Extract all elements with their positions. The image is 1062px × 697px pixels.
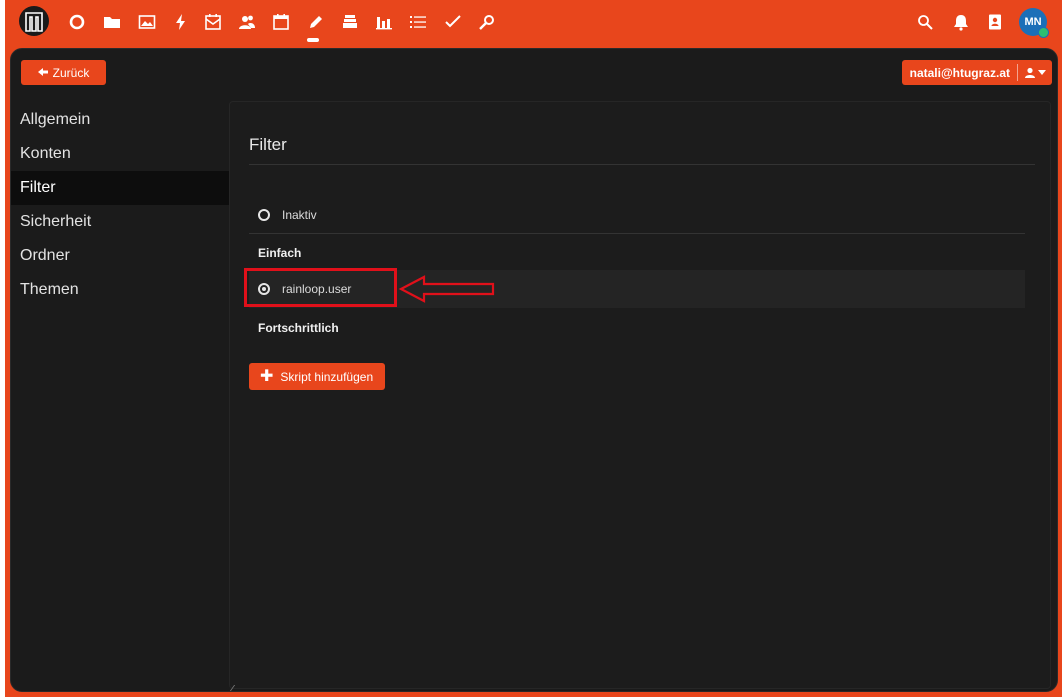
sidebar-item-filter[interactable]: Filter <box>11 171 229 205</box>
add-script-label: Skript hinzufügen <box>280 369 374 384</box>
sidebar-item-sicherheit[interactable]: Sicherheit <box>11 205 229 239</box>
user-icon <box>1025 67 1035 78</box>
arrow-left-icon <box>37 66 48 80</box>
list-icon[interactable] <box>407 11 429 33</box>
pencil-icon[interactable] <box>305 11 327 33</box>
avatar-initials: MN <box>1024 16 1042 28</box>
sidebar-item-konten[interactable]: Konten <box>11 137 229 171</box>
contacts-icon[interactable] <box>984 11 1006 33</box>
filter-option-inactive[interactable]: Inaktiv <box>249 196 1025 234</box>
folder-icon[interactable] <box>101 11 123 33</box>
sidebar-item-allgemein[interactable]: Allgemein <box>11 103 229 137</box>
radio-inactive[interactable] <box>258 208 270 221</box>
mail-calendar-icon[interactable] <box>202 11 224 33</box>
users-icon[interactable] <box>236 11 258 33</box>
sidebar-item-ordner[interactable]: Ordner <box>11 239 229 273</box>
bar-chart-icon[interactable] <box>373 11 395 33</box>
annotation-highlight-box <box>244 268 397 307</box>
sidebar-item-themen[interactable]: Themen <box>11 273 229 307</box>
stack-icon[interactable] <box>339 11 361 33</box>
annotation-arrow <box>398 275 495 303</box>
key-icon[interactable] <box>476 11 498 33</box>
title-divider <box>249 164 1035 165</box>
back-button[interactable]: Zurück <box>21 60 106 85</box>
top-nav-bar: MN <box>5 0 1062 44</box>
lightning-icon[interactable] <box>170 11 192 33</box>
circle-icon[interactable] <box>66 11 88 33</box>
account-email: natali@htugraz.at <box>909 65 1010 80</box>
add-script-button[interactable]: ✚ Skript hinzufügen <box>249 363 386 390</box>
section-heading-advanced: Fortschrittlich <box>258 321 339 335</box>
active-tab-indicator <box>307 38 319 42</box>
image-icon[interactable] <box>136 11 158 33</box>
calendar-icon[interactable] <box>270 11 292 33</box>
account-menu-button[interactable]: natali@htugraz.at <box>901 60 1052 85</box>
caret-down-icon <box>1038 69 1046 75</box>
section-heading-simple: Einfach <box>258 246 302 260</box>
settings-sidebar: Allgemein Konten Filter Sicherheit Ordne… <box>11 103 229 307</box>
filter-settings-content: Filter Inaktiv Einfach rainloop.user For… <box>229 101 1051 689</box>
back-button-label: Zurück <box>52 65 90 80</box>
plus-icon: ✚ <box>260 367 274 385</box>
search-icon[interactable] <box>914 11 936 33</box>
bell-icon[interactable] <box>950 11 972 33</box>
account-dropdown-toggle[interactable] <box>1018 67 1052 79</box>
app-frame: MN Zurück natali@htugraz.at Allgemein Ko… <box>5 0 1062 697</box>
filter-option-label: Inaktiv <box>282 207 317 222</box>
page-title: Filter <box>249 135 287 154</box>
checkmark-icon[interactable] <box>442 11 464 33</box>
online-status-dot <box>1038 27 1049 38</box>
settings-panel: Zurück natali@htugraz.at Allgemein Konte… <box>10 48 1058 692</box>
